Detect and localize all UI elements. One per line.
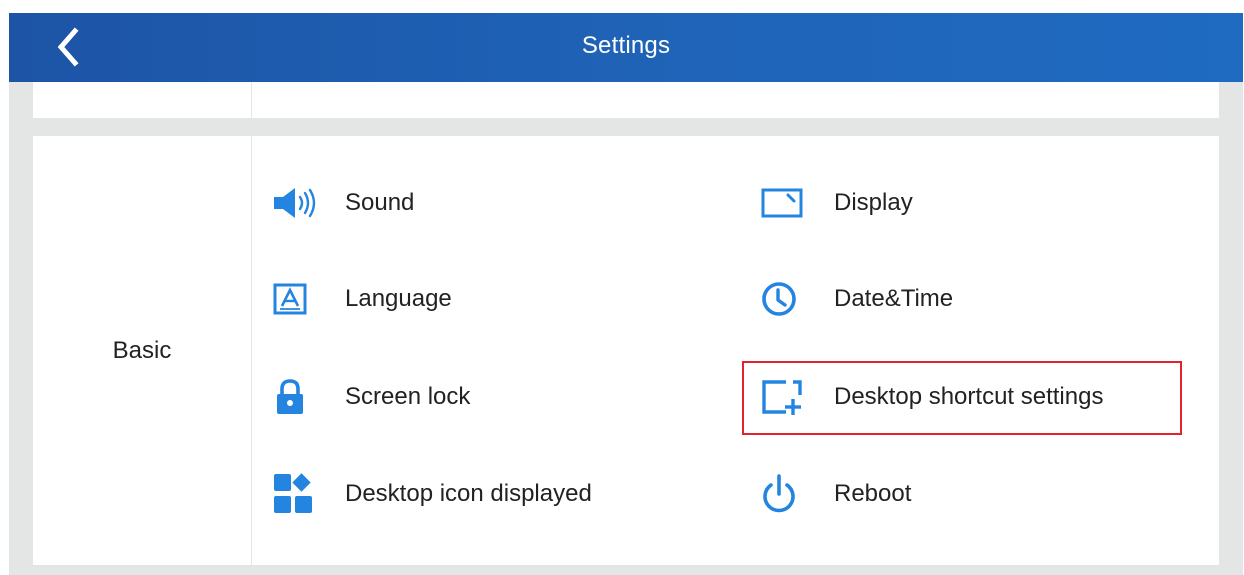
chevron-left-icon [57, 27, 79, 67]
basic-settings-card: Basic [33, 136, 1219, 565]
settings-item-label: Screen lock [345, 383, 471, 410]
back-button[interactable] [43, 23, 93, 71]
card-divider [251, 82, 252, 118]
settings-item-display[interactable]: Display [760, 173, 913, 233]
settings-item-screen-lock[interactable]: Screen lock [271, 367, 470, 427]
previous-settings-card [33, 82, 1219, 118]
settings-item-desktop-shortcut-settings[interactable]: Desktop shortcut settings [760, 367, 1103, 427]
apps-icon [274, 473, 312, 513]
settings-item-date-time[interactable]: Date&Time [760, 269, 953, 329]
language-icon [273, 283, 307, 315]
settings-item-desktop-icon-displayed[interactable]: Desktop icon displayed [271, 464, 592, 524]
page-title: Settings [581, 32, 671, 59]
settings-item-label: Sound [345, 189, 415, 216]
settings-item-reboot[interactable]: Reboot [760, 464, 911, 524]
settings-item-label: Desktop icon displayed [345, 480, 592, 507]
clock-icon [762, 282, 796, 316]
card-divider [251, 136, 252, 565]
display-icon [761, 188, 803, 218]
lock-icon [277, 379, 303, 414]
settings-item-label: Language [345, 285, 452, 312]
settings-screen: Settings Basic Sound Display Language Da… [9, 13, 1243, 575]
speaker-icon [274, 188, 316, 218]
settings-item-language[interactable]: Language [271, 269, 452, 329]
settings-item-label: Date&Time [834, 285, 954, 312]
shortcut-add-icon [762, 380, 802, 415]
top-bar: Settings [9, 13, 1243, 82]
settings-item-label: Desktop shortcut settings [834, 383, 1104, 410]
settings-item-label: Reboot [834, 480, 912, 507]
power-icon [763, 474, 795, 513]
section-label-basic: Basic [112, 336, 172, 364]
settings-item-label: Display [834, 189, 913, 216]
settings-item-sound[interactable]: Sound [271, 173, 414, 233]
